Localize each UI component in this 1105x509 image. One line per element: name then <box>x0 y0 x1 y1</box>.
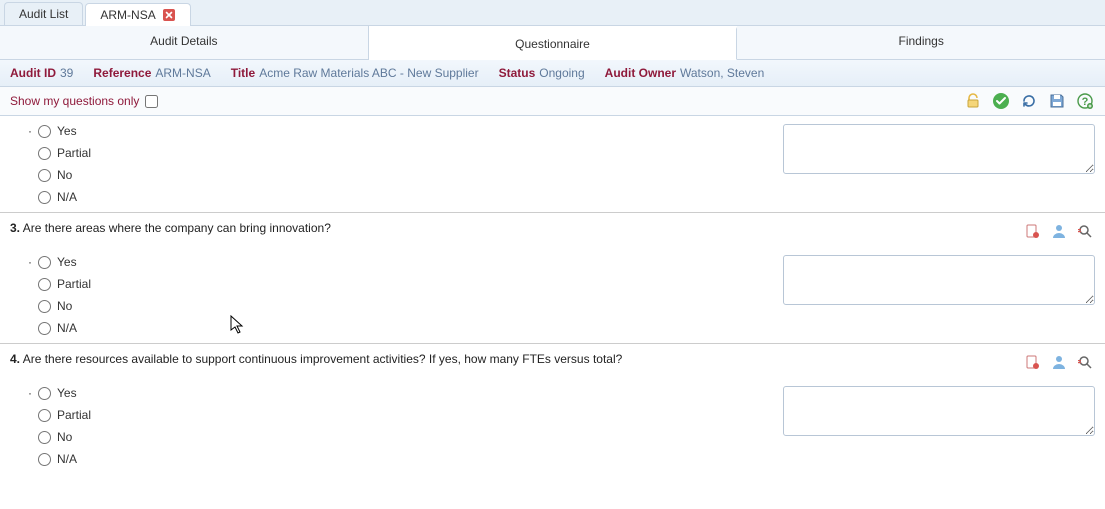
subtab-findings[interactable]: Findings <box>737 26 1105 59</box>
info-status: StatusOngoing <box>499 66 585 80</box>
answer-partial[interactable]: Partial <box>38 277 91 291</box>
answer-na[interactable]: N/A <box>38 321 91 335</box>
info-title: TitleAcme Raw Materials ABC - New Suppli… <box>231 66 479 80</box>
comment-textarea[interactable] <box>783 124 1095 174</box>
question-block-3: 3. Are there areas where the company can… <box>0 212 1105 343</box>
save-icon[interactable] <box>1047 91 1067 111</box>
top-tabs: Audit List ARM-NSA <box>0 0 1105 26</box>
comment-textarea[interactable] <box>783 386 1095 436</box>
question-4-text: 4. Are there resources available to supp… <box>10 352 622 366</box>
question-3-text: 3. Are there areas where the company can… <box>10 221 331 235</box>
bullet-icon: · <box>28 386 32 466</box>
radio-yes[interactable] <box>38 387 51 400</box>
refresh-icon[interactable] <box>1019 91 1039 111</box>
radio-na[interactable] <box>38 322 51 335</box>
answer-na[interactable]: N/A <box>38 452 91 466</box>
answer-partial[interactable]: Partial <box>38 146 91 160</box>
answer-na[interactable]: N/A <box>38 190 91 204</box>
attach-icon[interactable] <box>1023 221 1043 241</box>
radio-yes[interactable] <box>38 125 51 138</box>
info-audit-id: Audit ID39 <box>10 66 73 80</box>
answer-yes[interactable]: Yes <box>38 124 91 138</box>
tab-arm-nsa-label: ARM-NSA <box>100 8 155 22</box>
show-my-questions-label: Show my questions only <box>10 94 139 108</box>
tab-audit-list-label: Audit List <box>19 7 68 21</box>
radio-yes[interactable] <box>38 256 51 269</box>
lock-icon[interactable] <box>963 91 983 111</box>
tab-audit-list[interactable]: Audit List <box>4 2 83 25</box>
subtab-details[interactable]: Audit Details <box>0 26 369 59</box>
toolbar: Show my questions only ? <box>0 87 1105 116</box>
info-bar: Audit ID39 ReferenceARM-NSA TitleAcme Ra… <box>0 60 1105 87</box>
info-reference: ReferenceARM-NSA <box>93 66 210 80</box>
radio-no[interactable] <box>38 431 51 444</box>
info-owner: Audit OwnerWatson, Steven <box>605 66 765 80</box>
help-icon[interactable]: ? <box>1075 91 1095 111</box>
radio-no[interactable] <box>38 169 51 182</box>
question-block-partial: · Yes Partial No N/A <box>0 116 1105 212</box>
show-my-questions-checkbox[interactable] <box>145 95 158 108</box>
radio-na[interactable] <box>38 191 51 204</box>
person-icon[interactable] <box>1049 221 1069 241</box>
attach-icon[interactable] <box>1023 352 1043 372</box>
person-icon[interactable] <box>1049 352 1069 372</box>
radio-partial[interactable] <box>38 147 51 160</box>
close-tab-icon[interactable] <box>162 8 176 22</box>
radio-no[interactable] <box>38 300 51 313</box>
answer-yes[interactable]: Yes <box>38 386 91 400</box>
bullet-icon: · <box>28 255 32 335</box>
tab-arm-nsa[interactable]: ARM-NSA <box>85 3 190 26</box>
radio-partial[interactable] <box>38 278 51 291</box>
answer-partial[interactable]: Partial <box>38 408 91 422</box>
answer-no[interactable]: No <box>38 299 91 313</box>
answer-no[interactable]: No <box>38 168 91 182</box>
search-icon[interactable] <box>1075 352 1095 372</box>
question-block-4: 4. Are there resources available to supp… <box>0 343 1105 474</box>
subtabs: Audit Details Questionnaire Findings <box>0 26 1105 60</box>
search-icon[interactable] <box>1075 221 1095 241</box>
answer-no[interactable]: No <box>38 430 91 444</box>
ok-icon[interactable] <box>991 91 1011 111</box>
radio-na[interactable] <box>38 453 51 466</box>
answer-yes[interactable]: Yes <box>38 255 91 269</box>
comment-textarea[interactable] <box>783 255 1095 305</box>
bullet-icon: · <box>28 124 32 204</box>
subtab-questionnaire[interactable]: Questionnaire <box>369 27 738 60</box>
radio-partial[interactable] <box>38 409 51 422</box>
